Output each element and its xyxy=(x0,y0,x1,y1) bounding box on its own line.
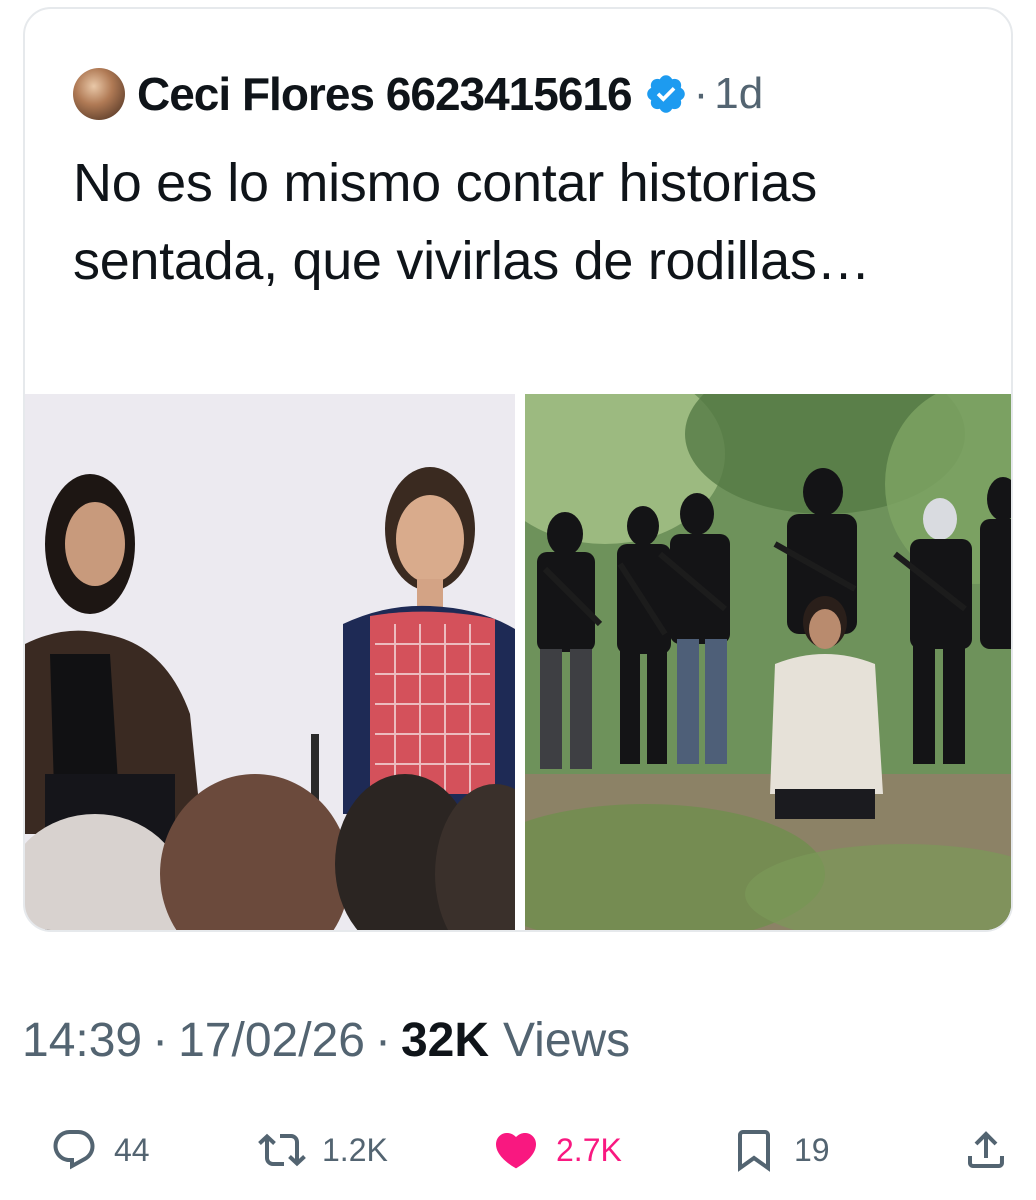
repost-icon xyxy=(258,1133,306,1167)
like-icon xyxy=(495,1133,537,1169)
like-button[interactable]: 2.7K xyxy=(492,1115,622,1185)
share-button[interactable] xyxy=(962,1115,1010,1185)
views-label: Views xyxy=(503,1013,631,1067)
bookmark-count: 19 xyxy=(794,1131,830,1168)
tweet-detail: Ceci Flores 6623415616 · 1d No es lo mis… xyxy=(0,0,1036,1200)
tweet-time[interactable]: 14:39 xyxy=(22,1013,142,1068)
bookmark-icon xyxy=(738,1130,770,1172)
repost-button[interactable]: 1.2K xyxy=(258,1115,388,1185)
author-name[interactable]: Ceci Flores 6623415616 xyxy=(137,67,633,121)
photo-event-stage[interactable] xyxy=(25,394,515,930)
photo-event-stage-drawing xyxy=(25,394,515,930)
photo-armed-group[interactable] xyxy=(525,394,1011,930)
tweet-meta: 14:39 · 17/02/26 · 32K Views xyxy=(22,1010,630,1070)
views-count[interactable]: 32K xyxy=(401,1013,489,1068)
like-count: 2.7K xyxy=(556,1131,622,1168)
quoted-tweet-text: No es lo mismo contar historias sentada,… xyxy=(73,153,871,291)
separator-dot: · xyxy=(374,1013,391,1067)
share-icon xyxy=(968,1131,1004,1168)
bookmark-button[interactable]: 19 xyxy=(730,1115,830,1185)
reply-icon xyxy=(53,1130,95,1170)
reply-button[interactable]: 44 xyxy=(50,1115,150,1185)
action-bar: 44 1.2K 2.7K 19 xyxy=(0,1115,1036,1185)
avatar[interactable] xyxy=(73,68,125,120)
media-grid xyxy=(25,394,1011,930)
separator-dot: · xyxy=(152,1013,169,1067)
repost-count: 1.2K xyxy=(322,1131,388,1168)
media-divider xyxy=(515,394,525,930)
verified-icon xyxy=(646,75,685,113)
quoted-tweet-header: Ceci Flores 6623415616 · 1d xyxy=(73,59,763,129)
quoted-tweet-card[interactable]: Ceci Flores 6623415616 · 1d No es lo mis… xyxy=(23,7,1013,932)
separator-dot: · xyxy=(693,69,709,118)
tweet-date[interactable]: 17/02/26 xyxy=(178,1013,365,1068)
reply-count: 44 xyxy=(114,1131,150,1168)
timestamp[interactable]: 1d xyxy=(714,69,763,119)
photo-armed-group-drawing xyxy=(525,394,1011,930)
